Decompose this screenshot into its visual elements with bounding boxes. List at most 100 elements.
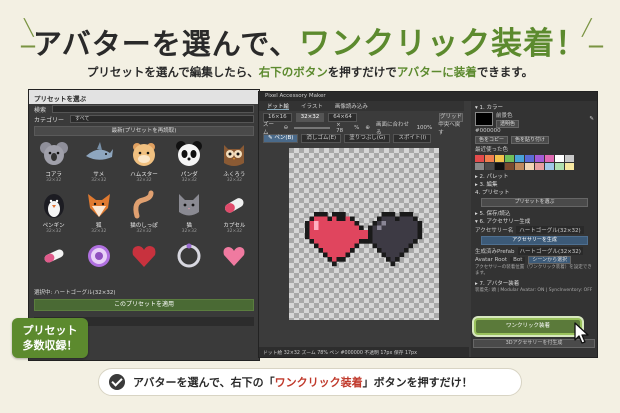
color-swatch[interactable] (565, 155, 574, 162)
palette-section-header[interactable]: ▸ 2. パレット (475, 172, 594, 180)
zoom-slider[interactable] (294, 127, 331, 129)
paste-color-button[interactable]: 色を貼り付け (511, 136, 550, 144)
color-section-header[interactable]: ▾ 1. カラー (475, 103, 594, 111)
zoom-percent-label: % (354, 125, 360, 131)
reload-presets-button[interactable]: 最新(プリセットを再読取) (34, 126, 254, 136)
edit-section-header[interactable]: ▸ 3. 編集 (475, 180, 594, 188)
apply-preset-button[interactable]: このプリセットを適用 (34, 299, 254, 311)
save-section-header[interactable]: ▸ 5. 保存/読込 (475, 209, 594, 217)
color-swatch[interactable] (515, 163, 524, 170)
color-swatch[interactable] (525, 155, 534, 162)
goggle-pixel (395, 248, 400, 253)
preset-item[interactable]: ペンギン 32×32 (34, 190, 73, 235)
avatar-root-field[interactable]: Bot (510, 257, 526, 263)
goggle-pixel (408, 243, 414, 249)
category-select[interactable]: すべて (70, 115, 254, 123)
tab-import-image[interactable]: 画像読み込み (335, 102, 368, 110)
one-click-attach-button[interactable]: ワンクリック装着 (474, 318, 582, 335)
preset-item[interactable]: 狐 32×32 (79, 190, 118, 235)
shark-icon (85, 142, 113, 160)
zoom-plus-icon[interactable]: ⊕ (365, 125, 370, 131)
tab-pixel[interactable]: ドット絵 (267, 102, 290, 110)
preset-item[interactable]: 猫のしっぽ 32×32 (124, 190, 163, 235)
color-swatch[interactable] (475, 155, 484, 162)
preset-item[interactable]: カプセル 32×32 (215, 190, 254, 235)
preset-window-title: プリセットを選ぶ (29, 90, 259, 104)
color-swatch[interactable] (545, 155, 554, 162)
color-swatch[interactable] (485, 155, 494, 162)
hex-value[interactable]: #000000 (475, 128, 501, 134)
preset-item[interactable]: サメ 32×32 (79, 139, 118, 184)
preset-item[interactable] (79, 241, 118, 286)
goggle-pixel (336, 221, 342, 226)
fill-tool-button[interactable]: 塗りつぶし(G) (344, 134, 391, 143)
tab-illustration[interactable]: イラスト (301, 102, 323, 110)
color-swatch[interactable] (495, 155, 504, 162)
copy-color-button[interactable]: 色をコピー (475, 136, 509, 144)
goggle-pixel (408, 230, 414, 235)
eraser-tool-button[interactable]: 消しゴム(E) (301, 134, 342, 143)
color-swatch[interactable] (505, 163, 514, 170)
eyedropper-tool-button[interactable]: スポイト(I) (393, 134, 432, 143)
zoom-minus-icon[interactable]: ⊖ (284, 125, 289, 131)
accessory-name-input[interactable]: ハートゴーグル(32×32) (516, 226, 584, 234)
owl-icon (224, 145, 245, 166)
color-swatch[interactable] (485, 163, 494, 170)
preset-item[interactable] (215, 241, 254, 286)
preset-item[interactable] (170, 241, 209, 286)
goggle-pixel (350, 221, 355, 226)
goggle-pixel (332, 234, 337, 240)
goggle-pixel (381, 243, 387, 249)
color-swatch[interactable] (555, 163, 564, 170)
color-swatch[interactable] (515, 155, 524, 162)
color-swatch[interactable] (525, 163, 534, 170)
preset-name: ハムスター (130, 172, 158, 178)
goggle-pixel (386, 225, 391, 231)
preset-item[interactable]: ふくろう 32×32 (215, 139, 254, 184)
headline: アバターを選んで、ワンクリック装着！ (0, 18, 620, 63)
attach-section-header[interactable]: ▸ 7. アバター装着 (475, 279, 594, 287)
color-swatch[interactable] (535, 155, 544, 162)
goggle-pixel (399, 225, 405, 231)
select-from-scene-button[interactable]: シーンから選択 (528, 256, 572, 264)
many-presets-badge: プリセット 多数収録！ (12, 318, 88, 358)
transparent-color-button[interactable]: 透明色 (496, 119, 520, 128)
preset-item[interactable]: 猫 32×32 (170, 190, 209, 235)
size-64-button[interactable]: 64×64 (328, 113, 357, 122)
preset-item[interactable]: コアラ 32×32 (34, 139, 73, 184)
preset-item[interactable] (124, 241, 163, 286)
color-swatch[interactable] (555, 155, 564, 162)
color-swatch[interactable] (545, 163, 554, 170)
goggle-pixel (390, 234, 396, 240)
selected-preset-text: 選択中: ハートゴーグル(32×32) (34, 290, 116, 296)
goggle-pixel (363, 230, 369, 235)
color-preview[interactable] (475, 112, 493, 126)
goggle-pixel (332, 239, 337, 244)
pixel-canvas[interactable] (289, 148, 439, 320)
goggle-pixel (368, 225, 373, 231)
color-swatch[interactable] (505, 155, 514, 162)
preset-item[interactable]: ハムスター 32×32 (124, 139, 163, 184)
avatar-root-row: Avatar Root Bot シーンから選択 (475, 256, 594, 264)
preset-item[interactable]: パンダ 32×32 (170, 139, 209, 184)
size-32-button[interactable]: 32×32 (295, 113, 325, 122)
zoom-100-button[interactable]: 100% (417, 125, 433, 131)
goggle-pixel (390, 261, 396, 267)
color-swatch[interactable] (535, 163, 544, 170)
search-input[interactable] (52, 105, 254, 113)
preset-item[interactable] (34, 241, 73, 286)
generate-accessory-button[interactable]: アクセサリーを生成 (481, 236, 588, 245)
goggle-pixel (404, 225, 409, 231)
goggle-pixel (345, 230, 351, 235)
color-swatch[interactable] (495, 163, 504, 170)
subline-highlight-1: 右下のボタン (258, 65, 328, 79)
goggle-pixel (395, 257, 400, 262)
generate-section-header[interactable]: ▾ 6. アクセサリー生成 (475, 217, 594, 225)
pen-tool-button[interactable]: ✎ ペン(B) (263, 134, 299, 143)
prefab-field[interactable]: ハートゴーグル(32×32) (517, 247, 583, 255)
preset-grid: コアラ 32×32 サメ 32×32 ハムスター 32×32 パンダ 32×32 ふくろう 32×… (34, 139, 254, 286)
color-swatch[interactable] (475, 163, 484, 170)
color-swatch[interactable] (565, 163, 574, 170)
choose-preset-button[interactable]: プリセットを選ぶ (481, 198, 588, 207)
eyedropper-icon[interactable]: ✎ (589, 116, 594, 122)
